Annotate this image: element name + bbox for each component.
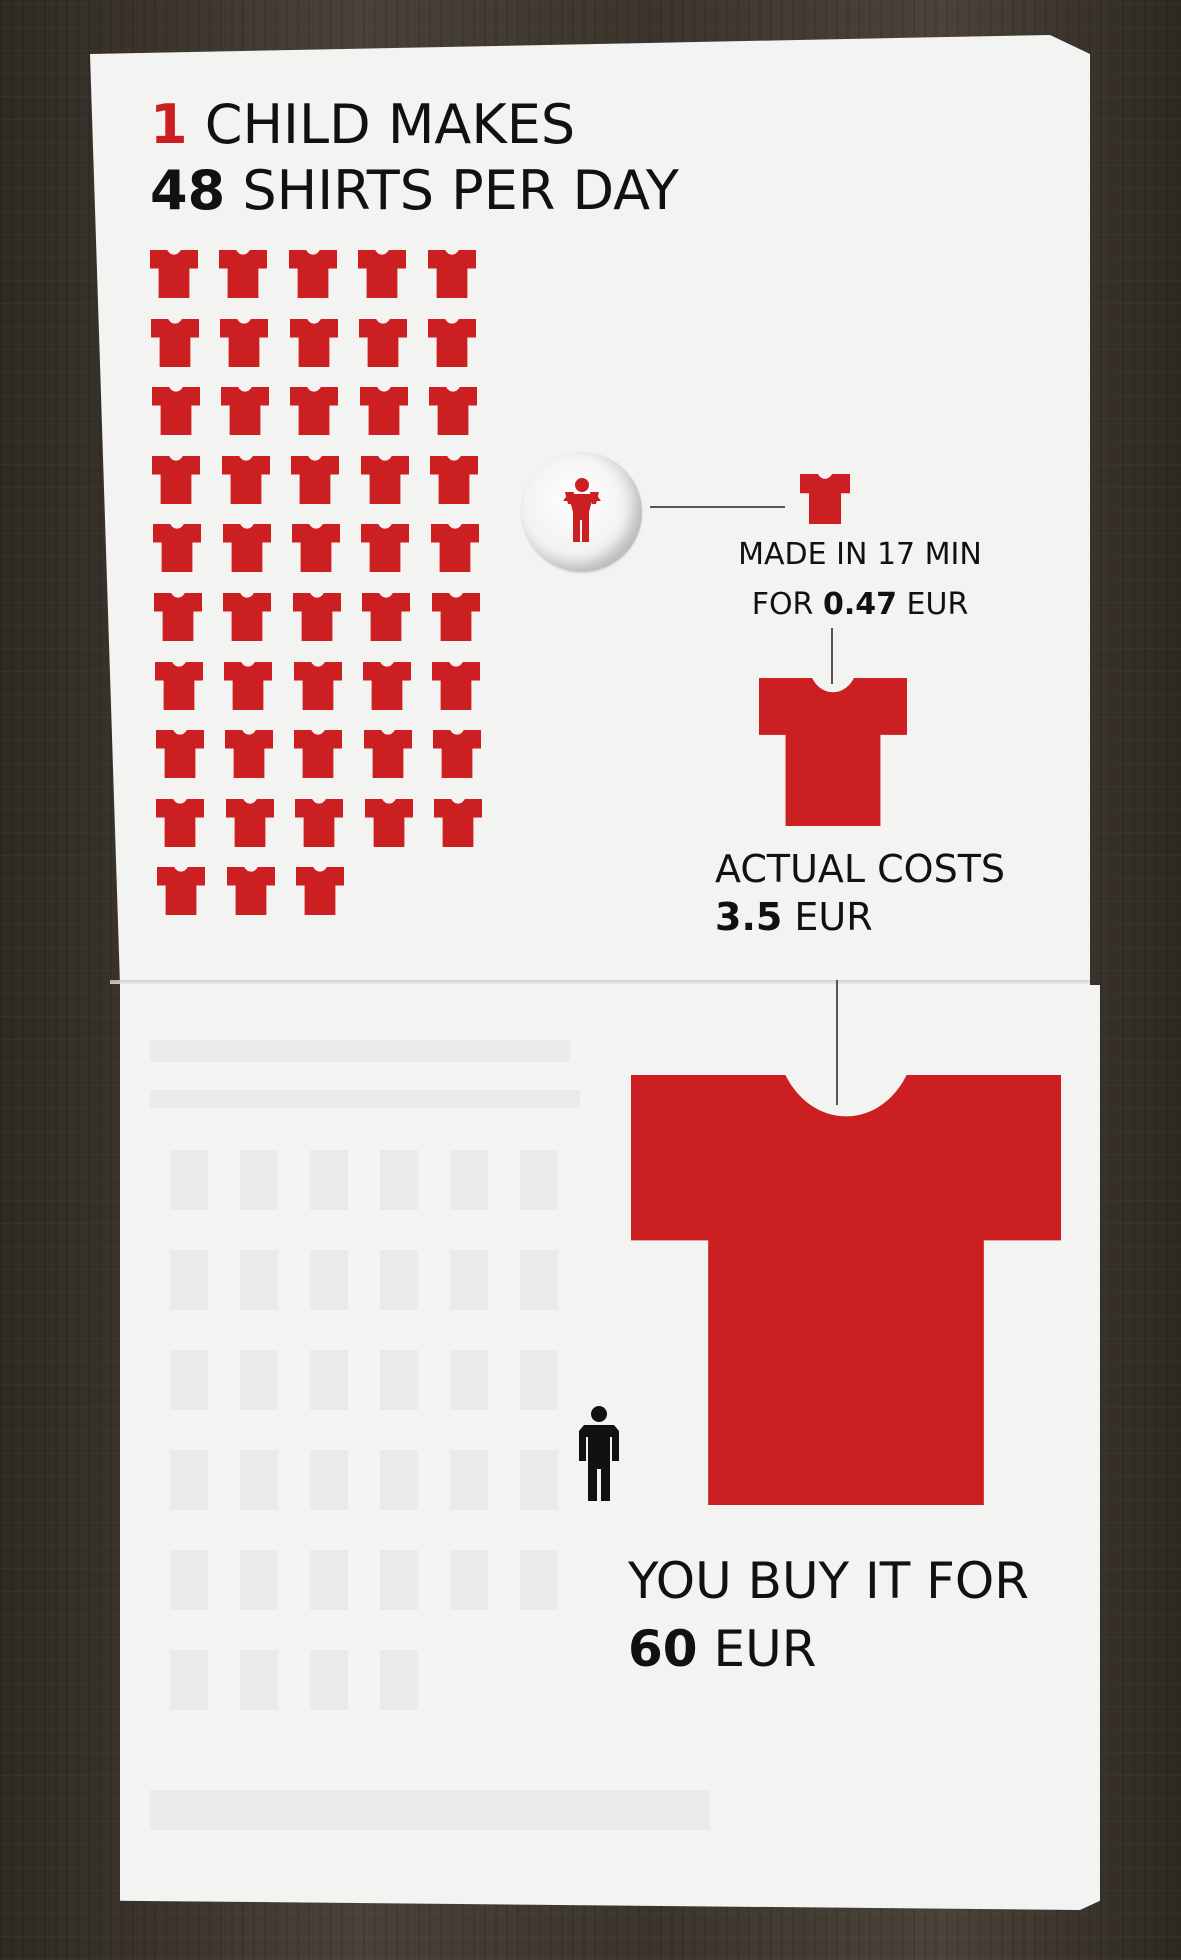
- headline-line1-text: CHILD MAKES: [204, 93, 576, 156]
- made-caption-line1: MADE IN 17 MIN: [738, 537, 982, 572]
- connector-line-1: [650, 506, 785, 508]
- made-caption: MADE IN 17 MIN FOR 0.47 EUR: [700, 530, 1020, 630]
- shirt-icon: [292, 593, 341, 641]
- you-buy-eur: EUR: [713, 1620, 817, 1678]
- shirt-icon: [800, 474, 850, 524]
- shirt-icon: [292, 524, 340, 573]
- you-buy-value: 60: [628, 1620, 698, 1678]
- child-porthole: [522, 452, 642, 572]
- shirt-icon: [226, 867, 275, 916]
- made-caption-line2: FOR 0.47 EUR: [700, 580, 1020, 630]
- actual-costs-line1: ACTUAL COSTS: [715, 847, 1006, 891]
- shirt-icon: [364, 798, 413, 847]
- shirt-icon: [220, 318, 269, 367]
- shirt-icon: [150, 250, 198, 298]
- shirt-icon: [219, 250, 268, 298]
- shirt-icon: [293, 661, 342, 710]
- shirt-icon: [363, 661, 411, 710]
- shirt-icon: [289, 318, 338, 367]
- shirt-icon: [154, 661, 203, 710]
- shirt-icon: [291, 455, 340, 504]
- shirt-icon: [759, 678, 907, 826]
- shirt-icon: [359, 387, 408, 436]
- person-icon: [579, 1406, 619, 1501]
- shirt-icon: [223, 593, 272, 641]
- shirt-icon: [290, 387, 339, 436]
- you-buy-line2: 60 EUR: [628, 1615, 1098, 1683]
- shirt-icon: [433, 730, 482, 779]
- shirt-icon: [362, 593, 411, 641]
- shirt-icon: [295, 798, 344, 847]
- shirt-icon: [151, 387, 200, 436]
- shirt-icon: [156, 798, 205, 847]
- actual-costs-caption: ACTUAL COSTS 3.5 EUR: [715, 845, 1075, 941]
- connector-line-2: [831, 628, 833, 684]
- page-fold: [110, 980, 1090, 984]
- headline: 1 CHILD MAKES 48 SHIRTS PER DAY: [150, 92, 850, 224]
- shirt-icon: [360, 455, 409, 504]
- shirt-icon: [434, 798, 482, 847]
- headline-red-number: 1: [150, 93, 188, 156]
- actual-costs-value: 3.5: [715, 895, 783, 939]
- shirt-icon: [363, 730, 412, 779]
- shirt-icon: [296, 867, 344, 916]
- headline-shirts-number: 48: [150, 159, 226, 222]
- shirt-icon: [224, 661, 273, 710]
- shirt-icon: [428, 318, 477, 367]
- shirt-icon: [427, 250, 476, 298]
- shirt-icon: [157, 867, 206, 916]
- shirt-icon: [294, 730, 343, 779]
- made-caption-eur: EUR: [906, 587, 969, 622]
- shirt-icon: [221, 455, 270, 504]
- shirt-icon: [221, 387, 269, 436]
- shirt-icon: [225, 798, 274, 847]
- actual-costs-line2: 3.5 EUR: [715, 893, 1075, 941]
- shirt-icon: [155, 730, 204, 779]
- shirt-icon: [288, 250, 337, 298]
- shirt-icon: [153, 524, 202, 573]
- shirt-icon: [430, 455, 478, 504]
- shirt-icon: [222, 524, 271, 573]
- shirt-icon: [631, 1075, 1061, 1505]
- headline-line2-text: SHIRTS PER DAY: [242, 159, 679, 222]
- shirt-icon: [430, 524, 479, 573]
- shirt-icon: [359, 318, 407, 367]
- shirt-icon: [431, 593, 480, 641]
- shirt-icon: [358, 250, 407, 298]
- you-buy-caption: YOU BUY IT FOR 60 EUR: [628, 1547, 1098, 1683]
- shirt-icon: [432, 661, 481, 710]
- shirt-icon: [429, 387, 478, 436]
- shirt-icon: [361, 524, 410, 573]
- headline-line1: 1 CHILD MAKES: [150, 92, 850, 158]
- shirt-icon: [225, 730, 273, 779]
- made-caption-for: FOR: [751, 587, 814, 622]
- actual-costs-eur: EUR: [794, 895, 873, 939]
- shirt-icon: [154, 593, 202, 641]
- headline-line2: 48 SHIRTS PER DAY: [150, 158, 850, 224]
- made-caption-price: 0.47: [822, 587, 897, 622]
- you-buy-line1: YOU BUY IT FOR: [628, 1552, 1030, 1610]
- shirt-icon: [150, 318, 199, 367]
- shirt-icon: [152, 455, 201, 504]
- child-icon: [563, 478, 601, 542]
